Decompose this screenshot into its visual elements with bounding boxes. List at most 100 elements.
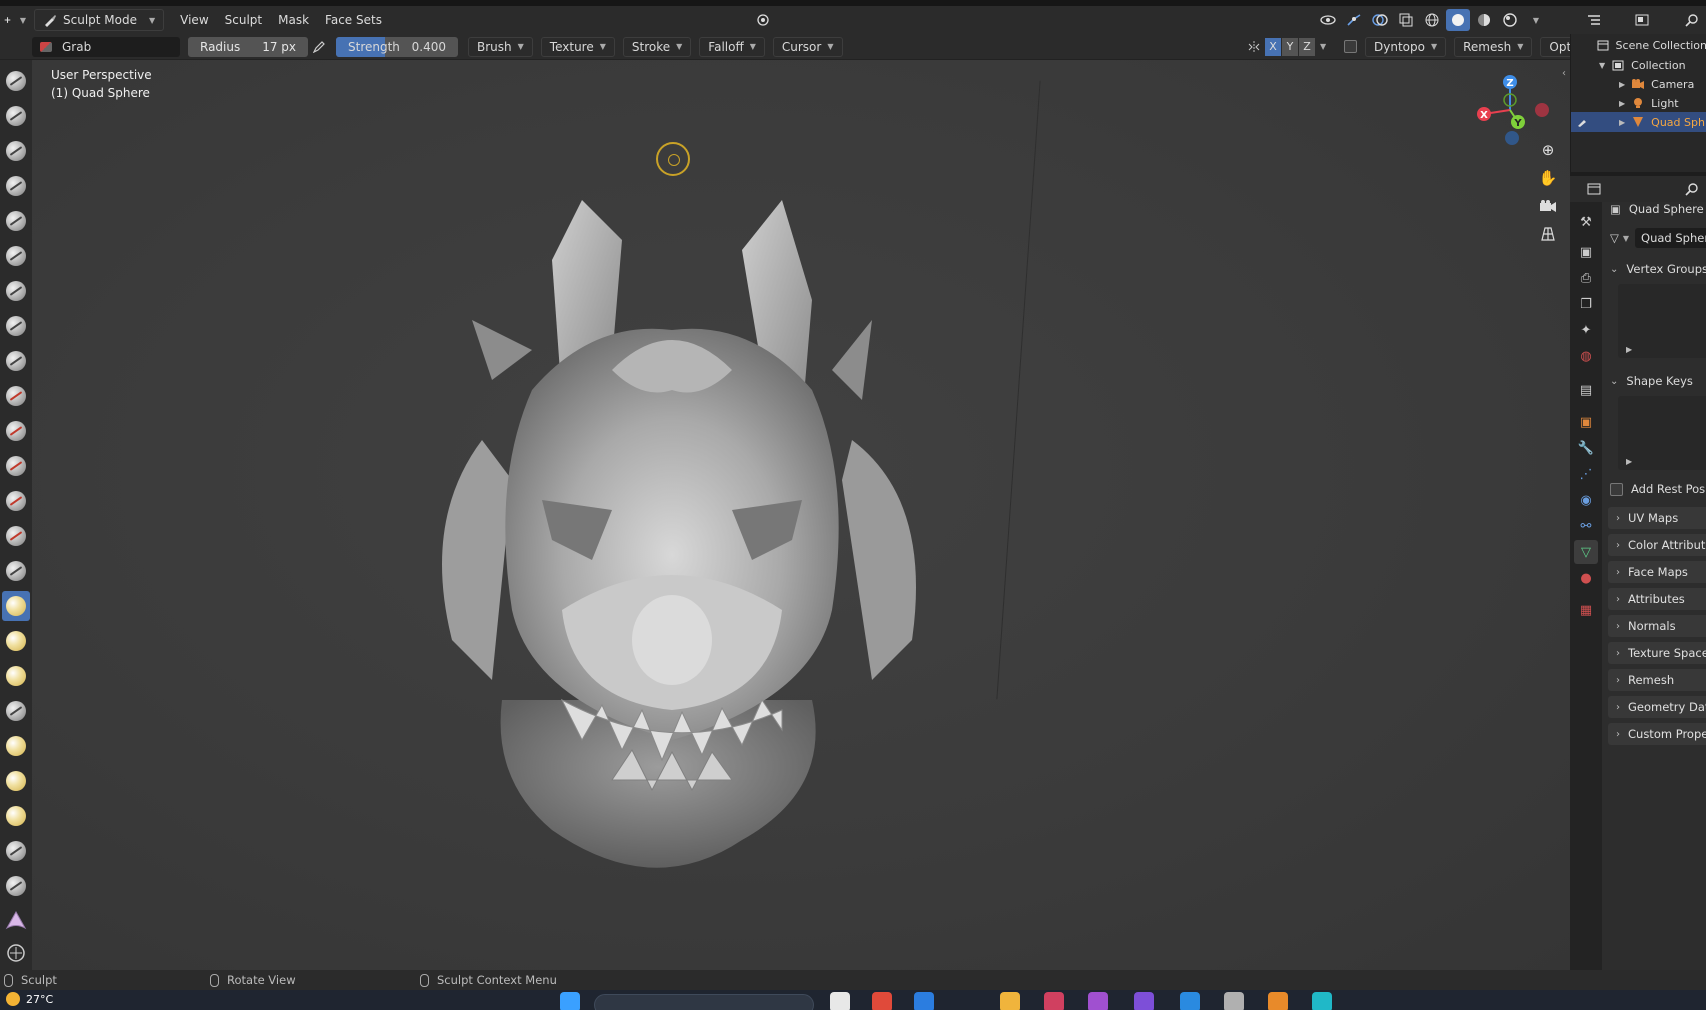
menu-view[interactable]: View xyxy=(172,9,216,31)
app-icon-5[interactable] xyxy=(1224,992,1244,1010)
tab-modifiers[interactable]: 🔧 xyxy=(1574,436,1598,460)
tool-nudge[interactable] xyxy=(2,766,30,796)
object-name-row[interactable]: ▣ Quad Sphere xyxy=(1610,202,1706,221)
weather-widget[interactable]: 27°C xyxy=(6,992,53,1006)
tool-clay-strips[interactable] xyxy=(2,171,30,201)
symmetry-z-toggle[interactable]: Z xyxy=(1299,37,1315,56)
dyntopo-dropdown[interactable]: Dyntopo ▼ xyxy=(1365,36,1447,57)
start-icon[interactable] xyxy=(560,992,580,1010)
app-icon-1[interactable] xyxy=(872,992,892,1010)
app-icon-3[interactable] xyxy=(1044,992,1064,1010)
properties-editor-type[interactable] xyxy=(1582,178,1606,200)
shape-keys-list[interactable]: ▶ xyxy=(1618,396,1706,470)
panel-texture-space[interactable]: › Texture Space xyxy=(1608,642,1706,664)
pan-button[interactable]: ✋ xyxy=(1536,166,1560,190)
tool-layer[interactable] xyxy=(2,241,30,271)
mode-selector[interactable]: Sculpt Mode ▼ xyxy=(34,9,165,31)
shading-options-button[interactable]: ▼ xyxy=(1524,9,1548,31)
app-icon-4[interactable] xyxy=(1088,992,1108,1010)
visual-studio-icon[interactable] xyxy=(1134,992,1154,1010)
falloff-dropdown[interactable]: Falloff ▼ xyxy=(699,36,765,57)
vscode-icon[interactable] xyxy=(1180,992,1200,1010)
panel-geometry-data[interactable]: › Geometry Data xyxy=(1608,696,1706,718)
tool-multiplane-scrape[interactable] xyxy=(2,521,30,551)
tool-grab[interactable] xyxy=(2,591,30,621)
zoom-button[interactable]: ⊕ xyxy=(1536,138,1560,162)
tab-object[interactable]: ▣ xyxy=(1574,410,1598,434)
tool-fill[interactable] xyxy=(2,451,30,481)
taskbar-search[interactable] xyxy=(594,994,814,1010)
strength-slider[interactable]: Strength 0.400 xyxy=(336,36,458,57)
symmetry-lock-button[interactable] xyxy=(1244,36,1264,58)
panel-shape-keys[interactable]: ⌄ Shape Keys xyxy=(1610,370,1706,392)
mesh-name-field[interactable]: Quad Spher xyxy=(1635,228,1706,248)
tool-simplify[interactable] xyxy=(2,938,30,968)
outliner-item-quad-sphere[interactable]: ▶ Quad Sph xyxy=(1571,112,1706,132)
sidebar-toggle-icon[interactable]: ‹ xyxy=(1562,68,1566,79)
symmetry-x-toggle[interactable]: X xyxy=(1265,37,1281,56)
stroke-dropdown[interactable]: Stroke ▼ xyxy=(622,36,692,57)
brush-selector[interactable]: Grab xyxy=(32,36,180,57)
symmetry-y-toggle[interactable]: Y xyxy=(1282,37,1298,56)
tool-clay-thumb[interactable] xyxy=(2,206,30,236)
menu-mask[interactable]: Mask xyxy=(270,9,317,31)
menu-face-sets[interactable]: Face Sets xyxy=(317,9,390,31)
shading-rendered-button[interactable] xyxy=(1498,9,1522,31)
mesh-datablock-row[interactable]: ▽ ▼ Quad Spher xyxy=(1610,226,1706,250)
panel-vertex-groups[interactable]: ⌄ Vertex Groups xyxy=(1610,258,1706,280)
tool-draw[interactable] xyxy=(2,66,30,96)
xray-toggle-button[interactable] xyxy=(1394,9,1418,31)
tool-thumb[interactable] xyxy=(2,696,30,726)
outliner-search-button[interactable] xyxy=(1680,9,1704,31)
remesh-dropdown[interactable]: Remesh ▼ xyxy=(1454,36,1533,57)
radius-pressure-toggle[interactable] xyxy=(310,37,328,57)
list-expand-icon[interactable]: ▶ xyxy=(1626,345,1632,354)
perspective-toggle-button[interactable] xyxy=(1536,222,1560,246)
edge-icon[interactable] xyxy=(1312,992,1332,1010)
editor-type-selector[interactable]: ▼ xyxy=(0,9,30,31)
panel-face-maps[interactable]: › Face Maps xyxy=(1608,561,1706,583)
panel-attributes[interactable]: › Attributes xyxy=(1608,588,1706,610)
outliner-display-mode[interactable] xyxy=(1630,9,1654,31)
task-view-icon[interactable] xyxy=(830,992,850,1010)
add-rest-position-checkbox[interactable] xyxy=(1610,482,1623,496)
dyntopo-checkbox[interactable] xyxy=(1344,40,1357,53)
tab-scene[interactable]: ✦ xyxy=(1574,318,1598,342)
blender-icon[interactable] xyxy=(1268,992,1288,1010)
tool-smooth[interactable] xyxy=(2,381,30,411)
tool-snake-hook[interactable] xyxy=(2,661,30,691)
tool-rotate[interactable] xyxy=(2,801,30,831)
tab-view-layer[interactable]: ❐ xyxy=(1574,292,1598,316)
tab-mesh-data[interactable]: ▽ xyxy=(1574,540,1598,564)
tab-particles[interactable]: ⋰ xyxy=(1574,462,1598,486)
texture-dropdown[interactable]: Texture ▼ xyxy=(540,36,615,57)
outliner-scene-collection[interactable]: Scene Collection xyxy=(1571,35,1706,55)
outliner-collection[interactable]: ▼ Collection xyxy=(1571,55,1706,75)
tool-elastic-deform[interactable] xyxy=(2,626,30,656)
tool-blob[interactable] xyxy=(2,311,30,341)
tool-flatten[interactable] xyxy=(2,416,30,446)
panel-custom-properties[interactable]: › Custom Propert xyxy=(1608,723,1706,745)
panel-normals[interactable]: › Normals xyxy=(1608,615,1706,637)
gizmo-toggle-button[interactable] xyxy=(1342,9,1366,31)
add-rest-position-row[interactable]: Add Rest Positi xyxy=(1610,478,1706,500)
tab-world[interactable]: ◍ xyxy=(1574,344,1598,368)
tool-draw-sharp[interactable] xyxy=(2,101,30,131)
overlay-toggle-button[interactable] xyxy=(1368,9,1392,31)
tab-constraints[interactable]: ⚯ xyxy=(1574,514,1598,538)
outliner-item-light[interactable]: ▶ Light xyxy=(1571,93,1706,113)
transform-pivot-button[interactable] xyxy=(752,9,776,31)
tool-boundary[interactable] xyxy=(2,871,30,901)
tool-pose[interactable] xyxy=(2,731,30,761)
cursor-dropdown[interactable]: Cursor ▼ xyxy=(772,36,843,57)
menu-sculpt[interactable]: Sculpt xyxy=(217,9,270,31)
tool-inflate[interactable] xyxy=(2,276,30,306)
tab-physics[interactable]: ◉ xyxy=(1574,488,1598,512)
camera-view-button[interactable] xyxy=(1536,194,1560,218)
list-expand-icon[interactable]: ▶ xyxy=(1626,457,1632,466)
tab-material[interactable]: ● xyxy=(1574,566,1598,590)
outliner-editor-type[interactable] xyxy=(1582,9,1606,31)
brush-dropdown[interactable]: Brush ▼ xyxy=(468,36,533,57)
tool-clay[interactable] xyxy=(2,136,30,166)
3d-viewport[interactable]: User Perspective (1) Quad Sphere Z X Y ⊕… xyxy=(32,60,1570,970)
